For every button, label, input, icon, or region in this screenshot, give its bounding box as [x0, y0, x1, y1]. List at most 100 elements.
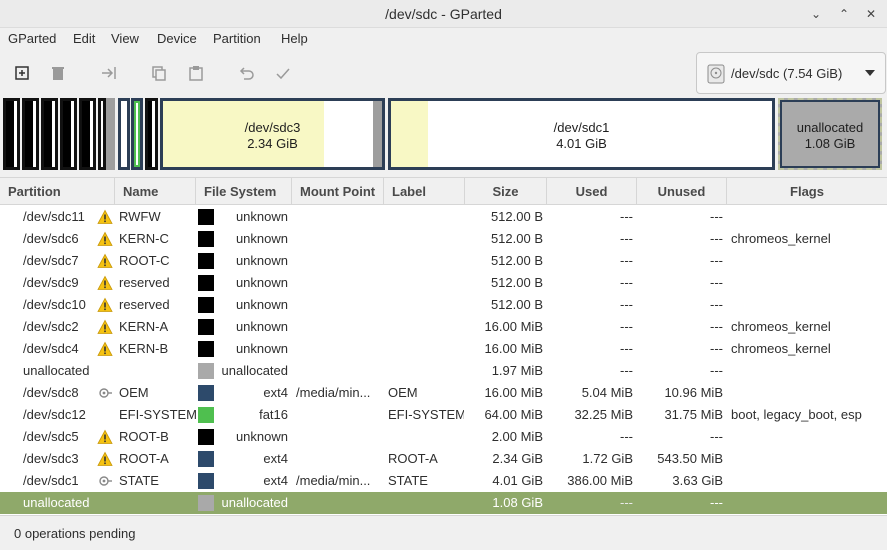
cell-flags: boot, legacy_boot, esp: [731, 407, 862, 422]
menu-view[interactable]: View: [111, 31, 139, 46]
cell-flags: [731, 360, 885, 382]
diskmap-small-partition[interactable]: [60, 98, 77, 170]
diskmap-sdc1[interactable]: /dev/sdc1 4.01 GiB: [388, 98, 775, 170]
cell-mount-point: [296, 272, 380, 294]
cell-used: ---: [620, 363, 633, 378]
cell-name: EFI-SYSTEM: [119, 407, 197, 422]
cell-partition: /dev/sdc7: [23, 253, 79, 268]
cell-size: 4.01 GiB: [492, 473, 543, 488]
column-label[interactable]: Label: [384, 178, 465, 205]
diskmap-sdc12[interactable]: [131, 98, 143, 170]
table-row[interactable]: unallocated unallocated 1.97 MiB --- ---: [0, 360, 887, 382]
copy-icon[interactable]: [146, 60, 172, 86]
diskmap-small-partition[interactable]: [41, 98, 58, 170]
column-partition[interactable]: Partition: [0, 178, 115, 205]
diskmap-sdc1-name: /dev/sdc1: [553, 120, 610, 135]
column-mount-point[interactable]: Mount Point: [292, 178, 384, 205]
diskmap-small-partition[interactable]: [22, 98, 39, 170]
cell-flags: [731, 294, 885, 316]
diskmap-small-partition[interactable]: [98, 98, 106, 170]
minimize-button[interactable]: ⌄: [806, 4, 826, 24]
maximize-button[interactable]: ⌃: [834, 4, 854, 24]
table-row[interactable]: /dev/sdc2 KERN-A unknown 16.00 MiB --- --- chr…: [0, 316, 887, 338]
diskmap-small-partition[interactable]: [79, 98, 96, 170]
diskmap-sdc8[interactable]: [118, 98, 130, 170]
cell-label: ROOT-A: [388, 451, 438, 466]
table-row[interactable]: /dev/sdc4 KERN-B unknown 16.00 MiB --- --- chr…: [0, 338, 887, 360]
cell-used: 32.25 MiB: [574, 407, 633, 422]
status-bar: 0 operations pending: [0, 515, 887, 550]
fs-color-swatch: [198, 429, 214, 445]
menu-edit[interactable]: Edit: [73, 31, 95, 46]
column-flags[interactable]: Flags: [727, 178, 887, 205]
apply-icon[interactable]: [270, 60, 296, 86]
cell-mount-point: [296, 448, 380, 470]
table-row[interactable]: /dev/sdc3 ROOT-A ext4 ROOT-A 2.34 GiB 1.72 Gi…: [0, 448, 887, 470]
table-row[interactable]: /dev/sdc11 RWFW unknown 512.00 B --- ---: [0, 206, 887, 228]
menu-device[interactable]: Device: [157, 31, 197, 46]
diskmap-unallocated[interactable]: unallocated 1.08 GiB: [778, 98, 882, 170]
diskmap-small-partition[interactable]: [3, 98, 20, 170]
mounted-key-icon: [97, 385, 113, 401]
diskmap-small-partition[interactable]: [145, 98, 158, 170]
menu-gparted[interactable]: GParted: [8, 31, 56, 46]
close-button[interactable]: ✕: [861, 4, 881, 24]
menu-partition[interactable]: Partition: [213, 31, 261, 46]
fs-color-swatch: [198, 209, 214, 225]
column-file-system[interactable]: File System: [196, 178, 292, 205]
cell-used: ---: [620, 495, 633, 510]
cell-file-system: unknown: [235, 341, 288, 356]
title-bar: /dev/sdc - GParted ⌄ ⌃ ✕: [0, 0, 887, 28]
cell-label: [388, 492, 464, 514]
column-used[interactable]: Used: [547, 178, 637, 205]
cell-flags: chromeos_kernel: [731, 341, 831, 356]
fs-color-swatch: [198, 473, 214, 489]
table-row[interactable]: /dev/sdc6 KERN-C unknown 512.00 B --- --- chro…: [0, 228, 887, 250]
warning-icon: [97, 275, 113, 291]
fs-color-swatch: [198, 297, 214, 313]
warning-icon: [97, 253, 113, 269]
cell-name: KERN-A: [119, 319, 169, 334]
table-row[interactable]: /dev/sdc8 OEM ext4/media/min... OEM 16.00 Mi…: [0, 382, 887, 404]
cell-unused: 3.63 GiB: [672, 473, 723, 488]
fs-color-swatch: [198, 253, 214, 269]
cell-size: 16.00 MiB: [484, 385, 543, 400]
cell-label: STATE: [388, 473, 428, 488]
table-row[interactable]: /dev/sdc10 reserved unknown 512.00 B --- ---: [0, 294, 887, 316]
cell-size: 512.00 B: [490, 253, 543, 268]
cell-label: [388, 426, 464, 448]
table-row[interactable]: unallocated unallocated 1.08 GiB --- ---: [0, 492, 887, 514]
cell-size: 1.08 GiB: [492, 495, 543, 510]
diskmap-small-unallocated[interactable]: [106, 98, 115, 170]
cell-partition: /dev/sdc1: [23, 473, 79, 488]
table-row[interactable]: /dev/sdc5 ROOT-B unknown 2.00 MiB --- ---: [0, 426, 887, 448]
cell-name: [119, 360, 197, 382]
table-header: Partition Name File System Mount Point L…: [0, 178, 887, 205]
delete-icon[interactable]: [45, 60, 71, 86]
cell-flags: [731, 250, 885, 272]
fs-color-swatch: [198, 495, 214, 511]
table-row[interactable]: /dev/sdc9 reserved unknown 512.00 B --- ---: [0, 272, 887, 294]
table-row[interactable]: /dev/sdc12 EFI-SYSTEM fat16 EFI-SYSTEM 64.00…: [0, 404, 887, 426]
resize-move-icon[interactable]: [96, 60, 122, 86]
cell-name: KERN-B: [119, 341, 169, 356]
table-row[interactable]: /dev/sdc1 STATE ext4/media/min... STATE 4.01…: [0, 470, 887, 492]
table-row[interactable]: /dev/sdc7 ROOT-C unknown 512.00 B --- ---: [0, 250, 887, 272]
cell-unused: ---: [710, 429, 723, 444]
cell-unused: ---: [710, 319, 723, 334]
menu-help[interactable]: Help: [281, 31, 308, 46]
cell-name: STATE: [119, 473, 159, 488]
diskmap-sdc3-name: /dev/sdc3: [244, 120, 301, 135]
column-size[interactable]: Size: [465, 178, 547, 205]
device-selector[interactable]: /dev/sdc (7.54 GiB): [696, 52, 886, 94]
diskmap-sdc3[interactable]: /dev/sdc3 2.34 GiB: [160, 98, 385, 170]
fs-color-swatch: [198, 385, 214, 401]
column-unused[interactable]: Unused: [637, 178, 727, 205]
paste-icon[interactable]: [183, 60, 209, 86]
cell-used: 1.72 GiB: [582, 451, 633, 466]
column-name[interactable]: Name: [115, 178, 196, 205]
undo-icon[interactable]: [233, 60, 259, 86]
cell-file-system: ext4: [263, 451, 288, 466]
cell-size: 512.00 B: [490, 297, 543, 312]
new-icon[interactable]: [9, 60, 35, 86]
